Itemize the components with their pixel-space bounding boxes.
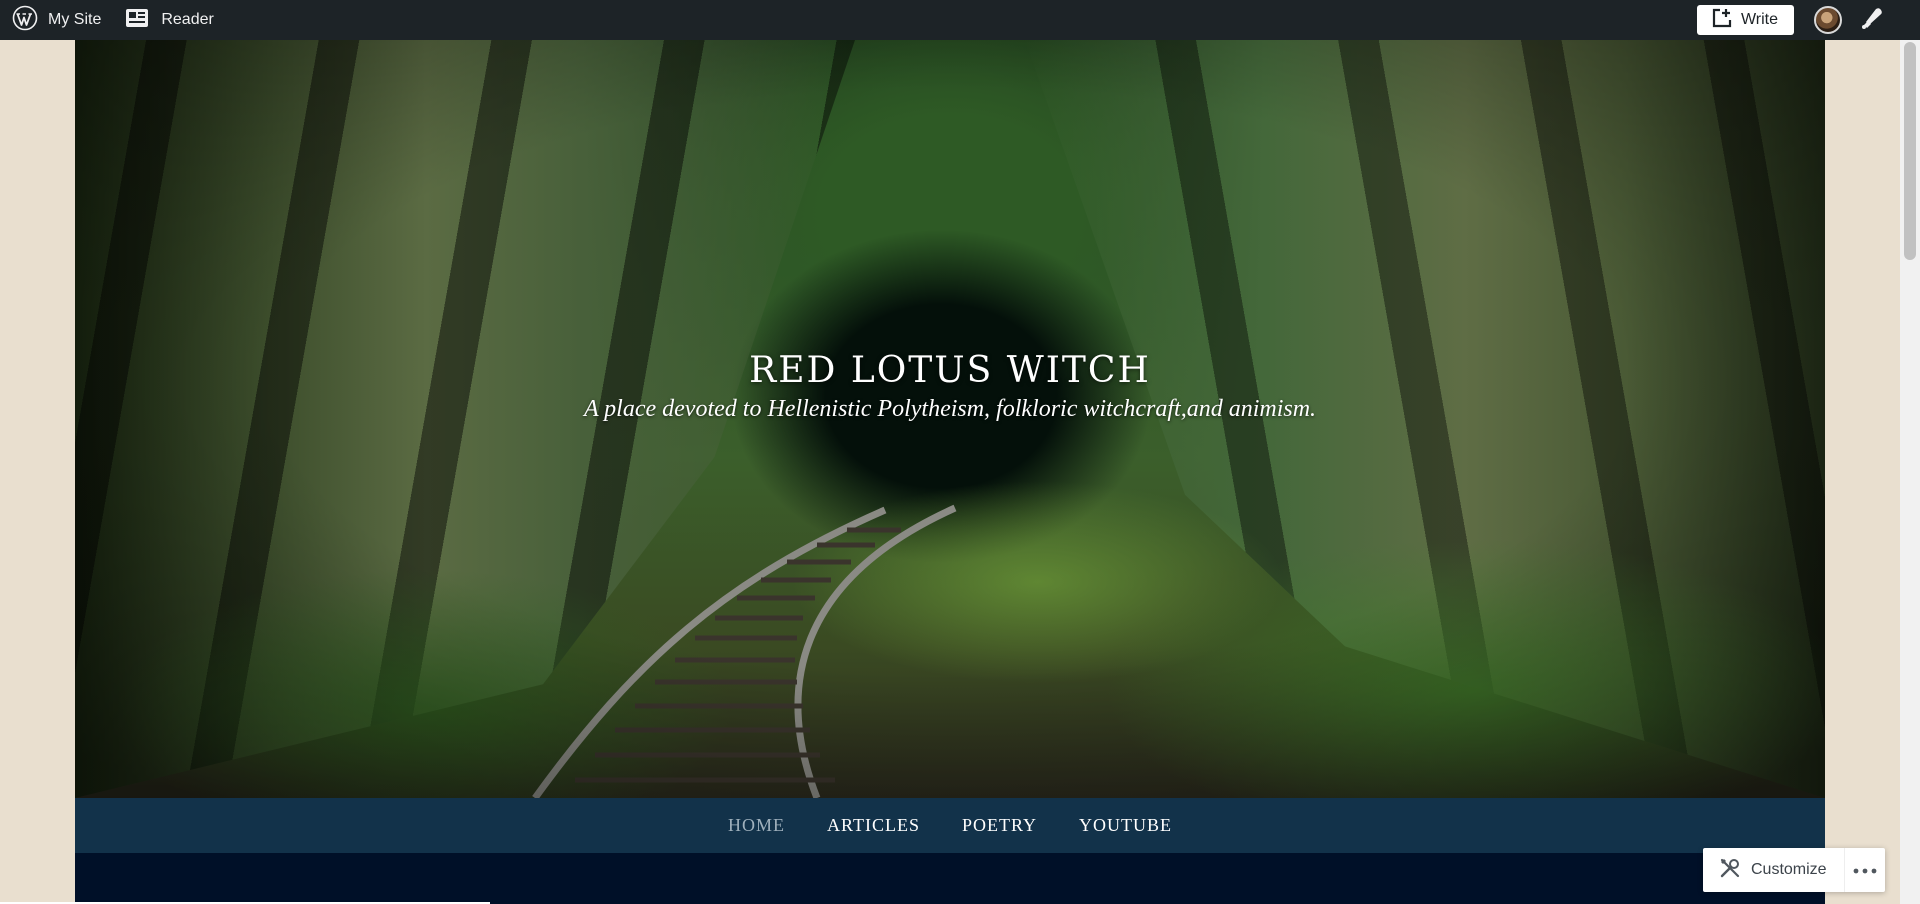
nav-item-articles[interactable]: ARTICLES xyxy=(827,815,920,836)
nav-item-home[interactable]: HOME xyxy=(728,815,785,836)
reader-label: Reader xyxy=(161,11,214,28)
notifications-icon[interactable] xyxy=(1860,5,1886,36)
customize-widget: Customize xyxy=(1703,848,1885,892)
page-scrollbar[interactable] xyxy=(1900,40,1920,904)
write-icon xyxy=(1711,7,1733,34)
write-label: Write xyxy=(1740,11,1778,28)
avatar[interactable] xyxy=(1814,6,1842,34)
nav-item-youtube[interactable]: YOUTUBE xyxy=(1079,815,1172,836)
customize-label: Customize xyxy=(1751,861,1827,878)
header-image: RED LOTUS WITCH A place devoted to Helle… xyxy=(75,40,1825,798)
nav-item-poetry[interactable]: POETRY xyxy=(962,815,1037,836)
wordpress-icon xyxy=(12,5,38,36)
site-tagline: A place devoted to Hellenistic Polytheis… xyxy=(583,396,1317,422)
more-options-button[interactable] xyxy=(1844,848,1885,892)
primary-navigation: HOME ARTICLES POETRY YOUTUBE xyxy=(75,798,1825,853)
site-container: RED LOTUS WITCH A place devoted to Helle… xyxy=(75,40,1825,904)
tools-icon xyxy=(1719,857,1741,884)
ellipsis-icon xyxy=(1853,861,1877,879)
admin-bar-right: Write xyxy=(1696,0,1920,40)
site-title[interactable]: RED LOTUS WITCH xyxy=(75,350,1825,391)
write-button[interactable]: Write xyxy=(1696,5,1794,35)
customize-button[interactable]: Customize xyxy=(1703,848,1827,892)
my-site-link[interactable]: My Site xyxy=(12,0,101,40)
reader-icon xyxy=(125,8,149,33)
my-site-label: My Site xyxy=(48,11,102,28)
admin-bar: My Site Reader Write xyxy=(0,0,1920,40)
scrollbar-thumb[interactable] xyxy=(1904,42,1916,260)
reader-link[interactable]: Reader xyxy=(125,0,214,40)
